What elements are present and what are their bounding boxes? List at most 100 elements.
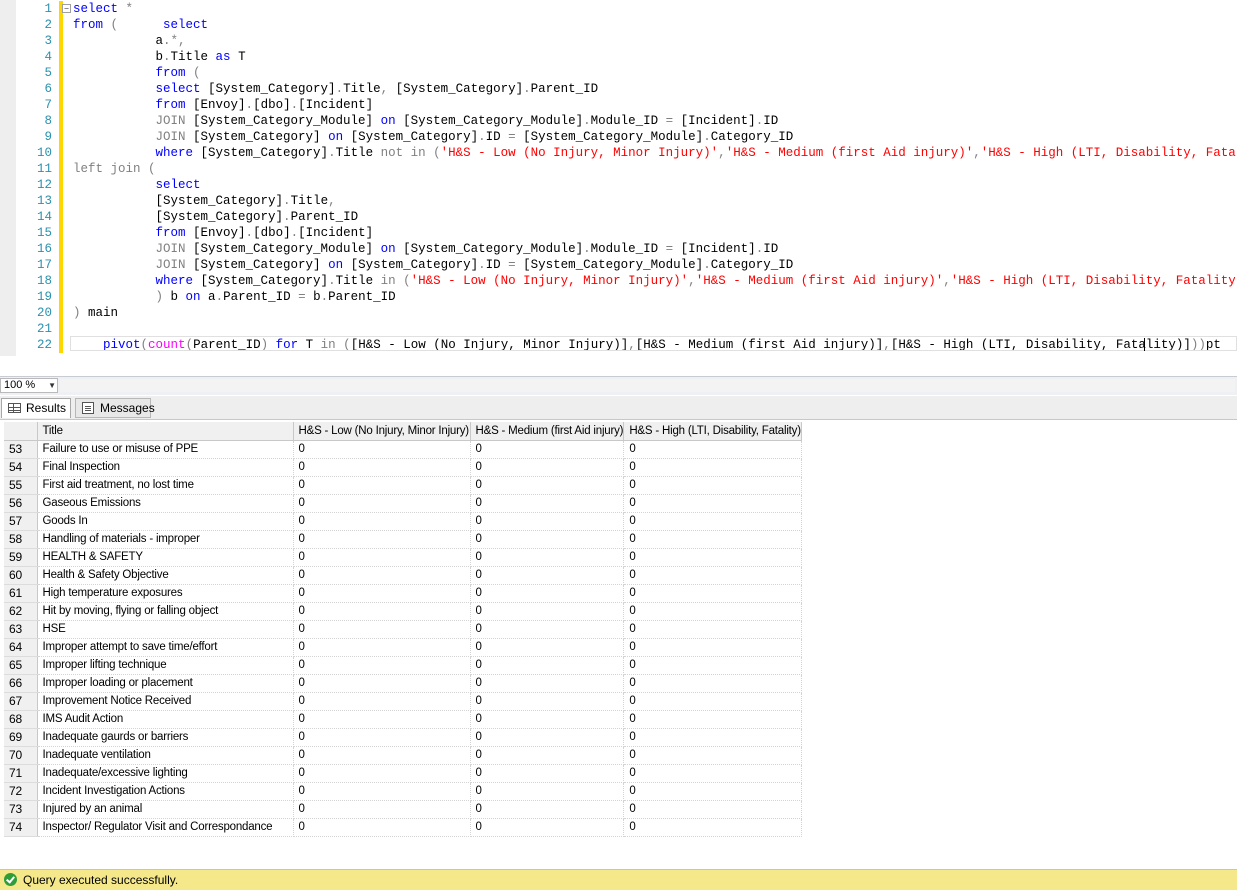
cell-medium[interactable]: 0 <box>470 692 625 711</box>
cell-medium[interactable]: 0 <box>470 494 625 513</box>
table-row[interactable]: 53 Failure to use or misuse of PPE 0 0 0 <box>4 440 803 459</box>
cell-high[interactable]: 0 <box>623 764 803 783</box>
cell-low[interactable]: 0 <box>293 494 471 513</box>
cell-title[interactable]: Gaseous Emissions <box>37 494 294 513</box>
cell-medium[interactable]: 0 <box>470 548 625 567</box>
row-number[interactable]: 53 <box>4 440 38 459</box>
row-number[interactable]: 68 <box>4 710 38 729</box>
cell-title[interactable]: Improper attempt to save time/effort <box>37 638 294 657</box>
column-header-high[interactable]: H&S - High (LTI, Disability, Fatality) <box>623 422 803 441</box>
cell-high[interactable]: 0 <box>623 782 803 801</box>
code-line[interactable]: 18 where [System_Category].Title in ('H&… <box>0 273 1237 289</box>
code-line[interactable]: 21 <box>0 321 1237 337</box>
table-row[interactable]: 74 Inspector/ Regulator Visit and Corresp… <box>4 818 803 837</box>
cell-high[interactable]: 0 <box>623 476 803 495</box>
cell-low[interactable]: 0 <box>293 692 471 711</box>
cell-low[interactable]: 0 <box>293 440 471 459</box>
table-row[interactable]: 72 Incident Investigation Actions 0 0 0 <box>4 782 803 801</box>
cell-high[interactable]: 0 <box>623 458 803 477</box>
cell-high[interactable]: 0 <box>623 638 803 657</box>
cell-low[interactable]: 0 <box>293 710 471 729</box>
table-row[interactable]: 67 Improvement Notice Received 0 0 0 <box>4 692 803 711</box>
cell-high[interactable]: 0 <box>623 530 803 549</box>
row-number[interactable]: 67 <box>4 692 38 711</box>
cell-high[interactable]: 0 <box>623 566 803 585</box>
cell-title[interactable]: Improper loading or placement <box>37 674 294 693</box>
cell-low[interactable]: 0 <box>293 548 471 567</box>
code-line[interactable]: 11 left join ( <box>0 161 1237 177</box>
cell-title[interactable]: Handling of materials - improper <box>37 530 294 549</box>
cell-medium[interactable]: 0 <box>470 512 625 531</box>
cell-title[interactable]: Improper lifting technique <box>37 656 294 675</box>
cell-title[interactable]: HSE <box>37 620 294 639</box>
cell-low[interactable]: 0 <box>293 530 471 549</box>
table-row[interactable]: 73 Injured by an animal 0 0 0 <box>4 800 803 819</box>
cell-title[interactable]: IMS Audit Action <box>37 710 294 729</box>
table-row[interactable]: 54 Final Inspection 0 0 0 <box>4 458 803 477</box>
cell-title[interactable]: Improvement Notice Received <box>37 692 294 711</box>
tab-results[interactable]: Results <box>1 398 71 418</box>
cell-high[interactable]: 0 <box>623 620 803 639</box>
zoom-select[interactable]: 100 % ▼ <box>0 378 58 393</box>
table-row[interactable]: 55 First aid treatment, no lost time 0 0 0 <box>4 476 803 495</box>
query-editor[interactable]: 1− select * 2 from ( select 3 a.*, 4 b.Title … <box>0 0 1237 356</box>
table-row[interactable]: 61 High temperature exposures 0 0 0 <box>4 584 803 603</box>
cell-title[interactable]: High temperature exposures <box>37 584 294 603</box>
cell-low[interactable]: 0 <box>293 674 471 693</box>
cell-high[interactable]: 0 <box>623 656 803 675</box>
cell-low[interactable]: 0 <box>293 620 471 639</box>
cell-low[interactable]: 0 <box>293 602 471 621</box>
cell-title[interactable]: Inadequate ventilation <box>37 746 294 765</box>
cell-high[interactable]: 0 <box>623 584 803 603</box>
row-number[interactable]: 69 <box>4 728 38 747</box>
cell-medium[interactable]: 0 <box>470 782 625 801</box>
table-row[interactable]: 66 Improper loading or placement 0 0 0 <box>4 674 803 693</box>
cell-title[interactable]: Inadequate/excessive lighting <box>37 764 294 783</box>
cell-medium[interactable]: 0 <box>470 584 625 603</box>
cell-title[interactable]: First aid treatment, no lost time <box>37 476 294 495</box>
code-lines[interactable]: 1− select * 2 from ( select 3 a.*, 4 b.Title … <box>0 1 1237 353</box>
cell-title[interactable]: Failure to use or misuse of PPE <box>37 440 294 459</box>
cell-title[interactable]: Hit by moving, flying or falling object <box>37 602 294 621</box>
cell-medium[interactable]: 0 <box>470 530 625 549</box>
row-number[interactable]: 61 <box>4 584 38 603</box>
cell-title[interactable]: Health & Safety Objective <box>37 566 294 585</box>
row-number[interactable]: 74 <box>4 818 38 837</box>
cell-low[interactable]: 0 <box>293 728 471 747</box>
table-row[interactable]: 56 Gaseous Emissions 0 0 0 <box>4 494 803 513</box>
table-row[interactable]: 71 Inadequate/excessive lighting 0 0 0 <box>4 764 803 783</box>
table-row[interactable]: 63 HSE 0 0 0 <box>4 620 803 639</box>
table-row[interactable]: 69 Inadequate gaurds or barriers 0 0 0 <box>4 728 803 747</box>
code-line[interactable]: 19 ) b on a.Parent_ID = b.Parent_ID <box>0 289 1237 305</box>
cell-high[interactable]: 0 <box>623 440 803 459</box>
cell-medium[interactable]: 0 <box>470 746 625 765</box>
cell-medium[interactable]: 0 <box>470 638 625 657</box>
code-line[interactable]: 20) main <box>0 305 1237 321</box>
column-header-low[interactable]: H&S - Low (No Injury, Minor Injury) <box>293 422 471 441</box>
cell-high[interactable]: 0 <box>623 674 803 693</box>
code-line[interactable]: 16 JOIN [System_Category_Module] on [Sys… <box>0 241 1237 257</box>
cell-high[interactable]: 0 <box>623 800 803 819</box>
table-row[interactable]: 62 Hit by moving, flying or falling objec… <box>4 602 803 621</box>
collapse-icon[interactable]: − <box>62 4 71 13</box>
cell-medium[interactable]: 0 <box>470 710 625 729</box>
results-grid[interactable]: Title H&S - Low (No Injury, Minor Injury… <box>4 422 803 837</box>
row-number[interactable]: 55 <box>4 476 38 495</box>
cell-high[interactable]: 0 <box>623 728 803 747</box>
cell-low[interactable]: 0 <box>293 566 471 585</box>
cell-low[interactable]: 0 <box>293 458 471 477</box>
cell-high[interactable]: 0 <box>623 512 803 531</box>
table-row[interactable]: 70 Inadequate ventilation 0 0 0 <box>4 746 803 765</box>
row-number[interactable]: 64 <box>4 638 38 657</box>
cell-medium[interactable]: 0 <box>470 728 625 747</box>
cell-medium[interactable]: 0 <box>470 674 625 693</box>
row-number[interactable]: 65 <box>4 656 38 675</box>
code-line[interactable]: 5 from ( <box>0 65 1237 81</box>
table-row[interactable]: 64 Improper attempt to save time/effort 0 0… <box>4 638 803 657</box>
cell-medium[interactable]: 0 <box>470 440 625 459</box>
cell-low[interactable]: 0 <box>293 746 471 765</box>
row-number[interactable]: 66 <box>4 674 38 693</box>
cell-medium[interactable]: 0 <box>470 818 625 837</box>
table-row[interactable]: 57 Goods In 0 0 0 <box>4 512 803 531</box>
code-line[interactable]: 7 from [Envoy].[dbo].[Incident] <box>0 97 1237 113</box>
